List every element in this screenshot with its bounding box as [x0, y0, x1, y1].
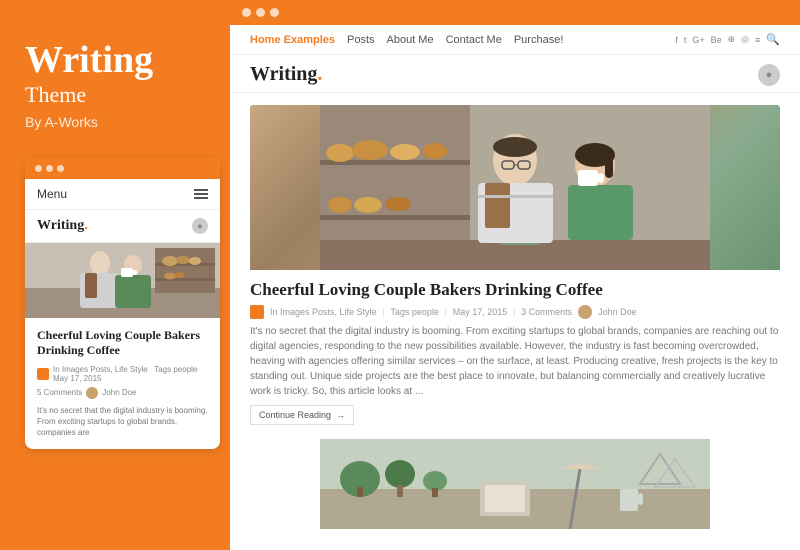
mobile-meta-icon	[37, 368, 49, 380]
mobile-nav: Menu	[25, 179, 220, 210]
site-avatar: ●	[758, 64, 780, 86]
post-meta-date: May 17, 2015	[453, 307, 508, 317]
google-plus-icon[interactable]: G+	[692, 35, 704, 45]
site-nav-icons: f t G+ Be ⊕ ◎ ≡ 🔍	[675, 33, 780, 46]
mobile-dot-2	[46, 165, 53, 172]
mobile-comments: 5 Comments	[37, 388, 82, 397]
mobile-author-name: John Doe	[102, 388, 136, 397]
post-meta-icon	[250, 305, 264, 319]
share-icon: →	[336, 410, 345, 420]
featured-post-image	[250, 105, 780, 270]
site-brand-bar: Writing. ●	[230, 55, 800, 93]
post-meta-comments: 3 Comments	[521, 307, 572, 317]
mobile-author-row: 5 Comments John Doe	[37, 387, 208, 399]
mobile-excerpt: It's no secret that the digital industry…	[37, 405, 208, 439]
mobile-author-avatar	[86, 387, 98, 399]
browser-dot-2	[256, 8, 265, 17]
browser-content: Home Examples Posts About Me Contact Me …	[230, 25, 800, 550]
nav-link-purchase[interactable]: Purchase!	[514, 34, 564, 46]
nav-link-contact[interactable]: Contact Me	[446, 34, 502, 46]
site-main: Cheerful Loving Couple Bakers Drinking C…	[230, 93, 800, 550]
site-nav-links: Home Examples Posts About Me Contact Me …	[250, 34, 563, 46]
post-author-name: John Doe	[598, 307, 637, 317]
featured-post: Cheerful Loving Couple Bakers Drinking C…	[250, 105, 780, 429]
post-excerpt: It's no secret that the digital industry…	[250, 324, 780, 399]
mobile-avatar-icon: ●	[192, 218, 208, 234]
twitter-icon[interactable]: t	[684, 35, 687, 45]
behance-icon[interactable]: Be	[711, 35, 722, 45]
second-post-preview	[250, 439, 780, 529]
left-panel: Writing Theme By A-Works Menu Writing. ●	[0, 0, 230, 550]
mobile-dot-3	[57, 165, 64, 172]
mobile-post-content: Cheerful Loving Couple Bakers Drinking C…	[25, 318, 220, 449]
mobile-top-bar	[25, 158, 220, 179]
mobile-post-title: Cheerful Loving Couple Bakers Drinking C…	[37, 328, 208, 359]
nav-link-posts[interactable]: Posts	[347, 34, 375, 46]
post-meta-tags: Tags people	[390, 307, 439, 317]
featured-post-title: Cheerful Loving Couple Bakers Drinking C…	[250, 280, 780, 300]
mobile-post-image	[25, 243, 220, 318]
theme-title: Writing Theme By A-Works	[25, 40, 205, 158]
mobile-mockup: Menu Writing. ●	[25, 158, 220, 449]
mobile-menu-label: Menu	[37, 187, 67, 201]
search-icon[interactable]: 🔍	[766, 33, 780, 46]
continue-reading-label: Continue Reading	[259, 410, 331, 420]
hamburger-icon[interactable]	[194, 189, 208, 199]
browser-dot-1	[242, 8, 251, 17]
nav-link-home[interactable]: Home Examples	[250, 34, 335, 46]
continue-reading-button[interactable]: Continue Reading →	[250, 405, 354, 425]
dribbble-icon[interactable]: ⊕	[728, 34, 736, 45]
site-nav: Home Examples Posts About Me Contact Me …	[230, 25, 800, 55]
facebook-icon[interactable]: f	[675, 35, 678, 45]
site-brand-name: Writing.	[250, 63, 322, 86]
browser-chrome	[230, 0, 800, 25]
rss-icon[interactable]: ≡	[755, 35, 760, 45]
mobile-brand: Writing.	[37, 218, 88, 234]
instagram-icon[interactable]: ◎	[741, 34, 749, 45]
post-author-avatar	[578, 305, 592, 319]
post-info: Cheerful Loving Couple Bakers Drinking C…	[250, 270, 780, 429]
right-panel: Home Examples Posts About Me Contact Me …	[230, 0, 800, 550]
mobile-meta-text: In Images Posts, Life Style Tags people …	[53, 365, 208, 383]
mobile-meta-row: In Images Posts, Life Style Tags people …	[37, 365, 208, 383]
mobile-dot-1	[35, 165, 42, 172]
post-meta-row: In Images Posts, Life Style | Tags peopl…	[250, 305, 780, 319]
nav-link-about[interactable]: About Me	[387, 34, 434, 46]
browser-dot-3	[270, 8, 279, 17]
post-meta-category: In Images Posts, Life Style	[270, 307, 377, 317]
mobile-brand-bar: Writing. ●	[25, 210, 220, 243]
